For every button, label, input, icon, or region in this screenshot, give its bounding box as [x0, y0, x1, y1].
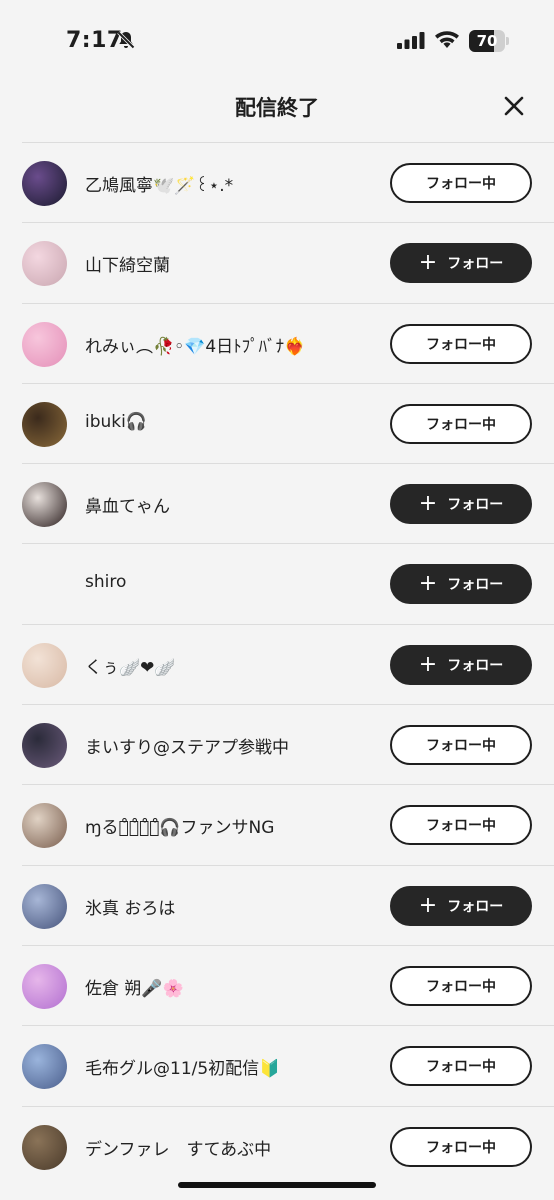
plus-icon: +: [418, 250, 438, 276]
follow-button-label: フォロー: [447, 256, 504, 273]
user-name[interactable]: 乙鳩風寧🕊️🪄꒰⋆.*: [85, 171, 233, 196]
avatar[interactable]: [22, 723, 67, 769]
list-item[interactable]: ibuki🎧 フォロー中: [22, 382, 554, 463]
user-name[interactable]: れみぃ︵🥀◦💎4日ﾄﾌﾟﾊﾞﾅ❤️‍🔥: [85, 332, 305, 357]
follow-button-label: フォロー: [447, 657, 504, 674]
following-button[interactable]: フォロー中: [390, 1046, 532, 1087]
plus-icon: +: [418, 651, 438, 677]
avatar[interactable]: [22, 562, 67, 607]
follow-button[interactable]: + フォロー: [390, 484, 532, 525]
following-button[interactable]: フォロー中: [390, 163, 532, 203]
following-button-label: フォロー中: [426, 1059, 496, 1076]
cellular-signal-icon: [397, 32, 425, 49]
wifi-icon: [435, 31, 459, 48]
list-item[interactable]: 山下綺空蘭 + フォロー: [22, 222, 554, 302]
avatar[interactable]: [22, 803, 67, 849]
battery-indicator: 70: [469, 30, 509, 52]
home-indicator[interactable]: [178, 1182, 376, 1188]
following-button[interactable]: フォロー中: [390, 805, 532, 846]
user-name[interactable]: 毛布グル@11/5初配信🔰: [85, 1054, 280, 1079]
bell-muted-icon: [117, 31, 135, 49]
follow-button-label: フォロー: [447, 898, 504, 915]
plus-icon: +: [418, 491, 438, 517]
avatar[interactable]: [22, 1044, 67, 1090]
user-name[interactable]: shiro: [85, 572, 126, 592]
list-item[interactable]: まいすり@ステアプ参戦中 フォロー中: [22, 704, 554, 784]
following-button-label: フォロー中: [426, 818, 496, 835]
follow-button-label: フォロー: [447, 497, 504, 514]
avatar[interactable]: [22, 321, 67, 367]
header: 配信終了: [0, 80, 554, 136]
user-name[interactable]: 氷真 おろは: [85, 894, 175, 919]
list-item[interactable]: くぅ🪽❤🪽 + フォロー: [22, 623, 554, 704]
close-icon[interactable]: [496, 88, 532, 124]
following-button-label: フォロー中: [426, 1139, 496, 1156]
user-name[interactable]: まいすり@ステアプ参戦中: [85, 733, 289, 758]
following-button-label: フォロー中: [426, 978, 496, 995]
avatar[interactable]: [22, 241, 67, 287]
avatar[interactable]: [22, 482, 67, 528]
battery-level-text: 70: [476, 32, 498, 50]
user-name[interactable]: ibuki🎧: [85, 412, 147, 432]
list-item[interactable]: ɱるい̊ち̊ゃ̊ん̊🎧ファンサNG フォロー中: [22, 784, 554, 864]
list-item[interactable]: 鼻血てゃん + フォロー: [22, 463, 554, 543]
status-bar: 7:17 70: [0, 0, 554, 80]
following-button[interactable]: フォロー中: [390, 965, 532, 1006]
list-item[interactable]: shiro + フォロー: [22, 543, 554, 623]
user-name[interactable]: 山下綺空蘭: [85, 251, 170, 276]
user-name[interactable]: くぅ🪽❤🪽: [85, 653, 176, 678]
avatar[interactable]: [22, 883, 67, 929]
user-name[interactable]: 佐倉 朔🎤🌸: [85, 974, 184, 999]
list-item[interactable]: 毛布グル@11/5初配信🔰 フォロー中: [22, 1025, 554, 1105]
following-button[interactable]: フォロー中: [390, 403, 532, 444]
user-list: 乙鳩風寧🕊️🪄꒰⋆.* フォロー中 山下綺空蘭 + フォロー れみぃ︵🥀◦💎4日ﾄﾌﾟﾊﾞ…: [22, 142, 554, 1186]
following-button-label: フォロー中: [426, 416, 496, 433]
following-button[interactable]: フォロー中: [390, 1126, 532, 1167]
following-button-label: フォロー中: [426, 176, 496, 192]
plus-icon: +: [418, 571, 438, 597]
follow-button[interactable]: + フォロー: [390, 885, 532, 926]
plus-icon: +: [418, 892, 438, 918]
list-item[interactable]: 佐倉 朔🎤🌸 フォロー中: [22, 944, 554, 1025]
follow-button-label: フォロー: [447, 577, 504, 594]
list-item[interactable]: れみぃ︵🥀◦💎4日ﾄﾌﾟﾊﾞﾅ❤️‍🔥 フォロー中: [22, 302, 554, 383]
status-time: 7:17: [66, 28, 123, 53]
following-button-label: フォロー中: [426, 336, 496, 353]
avatar[interactable]: [22, 1124, 67, 1170]
follow-button[interactable]: + フォロー: [390, 564, 532, 605]
list-item[interactable]: デンファレ すてあぶ中 フォロー中: [22, 1105, 554, 1186]
user-name[interactable]: 鼻血てゃん: [85, 492, 170, 517]
follow-button[interactable]: + フォロー: [390, 243, 532, 284]
user-name[interactable]: デンファレ すてあぶ中: [85, 1135, 271, 1160]
following-button-label: フォロー中: [426, 738, 496, 755]
following-button[interactable]: フォロー中: [390, 725, 532, 766]
list-item[interactable]: 氷真 おろは + フォロー: [22, 864, 554, 945]
list-item[interactable]: 乙鳩風寧🕊️🪄꒰⋆.* フォロー中: [22, 142, 554, 222]
avatar[interactable]: [22, 401, 67, 447]
avatar[interactable]: [22, 963, 67, 1009]
follow-button[interactable]: + フォロー: [390, 644, 532, 685]
page-title: 配信終了: [235, 96, 319, 120]
avatar[interactable]: [22, 642, 67, 688]
following-button[interactable]: フォロー中: [390, 323, 532, 364]
avatar[interactable]: [22, 161, 67, 206]
user-name[interactable]: ɱるい̊ち̊ゃ̊ん̊🎧ファンサNG: [85, 813, 274, 838]
